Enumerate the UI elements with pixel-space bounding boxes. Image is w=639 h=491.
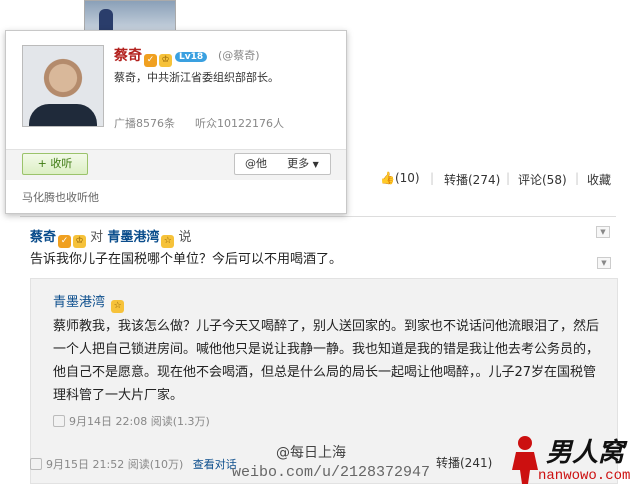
post-menu-chevron-icon[interactable]: ▼ [596,226,610,238]
verified-icon: ✓ [144,54,157,67]
comment-header: 蔡奇 ✓ ♔ 对 青墨港湾 ☆ 说 [30,226,191,248]
repost-button-bottom[interactable]: 转播(241) [436,454,492,471]
watermark-url: weibo.com/u/2128372947 [232,464,431,481]
profile-handle: (@蔡奇) [218,49,260,62]
verified-icon: ✓ [58,235,72,248]
level-badge: Lv18 [175,52,208,62]
comment-say: 说 [178,230,192,245]
like-button[interactable]: 👍(10) [380,171,420,185]
divider: | [430,171,435,185]
view-dialog-link[interactable]: 查看对话 [193,458,237,471]
mutual-follow-text: 马化腾也收听他 [22,191,99,204]
post-count[interactable]: 广播8576条 [114,117,175,130]
profile-card: 蔡奇 ✓ ♔ Lv18 (@蔡奇) 蔡奇，中共浙江省委组织部部长。 广播8576条 听众… [5,30,347,214]
quoted-text: 蔡师教我，我该怎么做？儿子今天又喝醉了，别人送回家的。到家也不说话问他流眼泪了，… [53,319,600,403]
logo-url: nanwowo.com [538,468,631,484]
profile-stats: 广播8576条 听众10122176人 [114,115,304,131]
crown-icon: ♔ [159,54,172,67]
person-icon [512,436,538,484]
comment-author[interactable]: 蔡奇 [30,230,56,245]
clock-icon [30,458,42,470]
follow-button[interactable]: + 收听 [22,153,88,175]
top-photo-thumbnail[interactable] [84,0,176,32]
site-logo: 男人窝 nanwowo.com [506,428,636,488]
logo-text: 男人窝 [546,438,625,468]
crown-icon: ♔ [73,235,87,248]
profile-description: 蔡奇，中共浙江省委组织部部长。 [114,71,279,84]
mention-button[interactable]: @他 [234,153,278,175]
favorite-button[interactable]: 收藏 [587,171,611,188]
watermark-daily: @每日上海 [276,445,346,461]
quote-menu-chevron-icon[interactable]: ▼ [597,257,611,269]
chevron-down-icon: ▼ [312,160,319,169]
repost-button[interactable]: 转播(274) [444,171,500,188]
clock-icon [53,415,65,427]
listener-count[interactable]: 听众10122176人 [195,117,284,130]
star-icon: ☆ [111,300,125,313]
quoted-meta[interactable]: 9月14日 22:08 阅读(1.3万) [53,413,210,429]
divider: | [506,171,511,185]
star-icon: ☆ [161,235,175,248]
comment-text: 告诉我你儿子在国税哪个单位？今后可以不用喝酒了。 [30,252,343,267]
post-meta: 9月15日 21:52 阅读(10万) 查看对话 [30,456,237,472]
comment-target[interactable]: 青墨港湾 [107,230,159,245]
comment-dui: 对 [90,230,104,245]
comment-button[interactable]: 评论(58) [518,171,567,188]
profile-name[interactable]: 蔡奇 ✓ ♔ Lv18 [114,45,208,67]
quoted-author[interactable]: 青墨港湾 ☆ [53,291,125,313]
avatar[interactable] [22,45,104,127]
divider [20,216,616,217]
thumbs-up-icon: 👍 [380,171,395,185]
more-button[interactable]: 更多 ▼ [276,153,331,175]
divider: | [575,171,580,185]
